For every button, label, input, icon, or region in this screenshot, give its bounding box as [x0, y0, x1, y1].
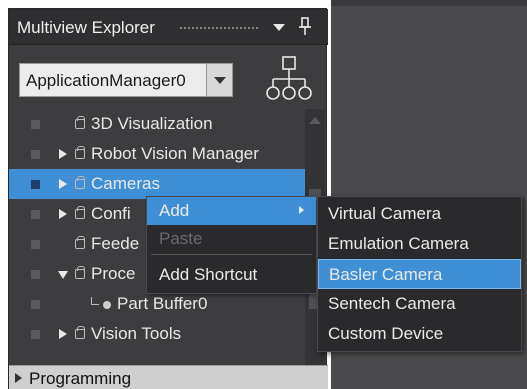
tree-item-cameras[interactable]: Cameras [9, 169, 305, 199]
tree-item-label: Confi [91, 204, 131, 223]
tree-item-label: Feede [91, 234, 140, 253]
workspace-top-strip [331, 0, 527, 6]
folder-node-icon [75, 146, 85, 159]
status-square [31, 240, 40, 249]
status-square [31, 270, 40, 279]
submenu-item-sentech-camera[interactable]: Sentech Camera [318, 289, 521, 319]
context-menu: Add Paste Add Shortcut [146, 196, 317, 294]
section-label: Programming [29, 369, 132, 388]
tree-item-label: Vision Tools [91, 324, 182, 343]
status-square [31, 330, 40, 339]
menu-item-label: Add [159, 201, 190, 220]
menu-item-label: Add Shortcut [159, 265, 258, 284]
submenu-item-label: Custom Device [328, 324, 444, 343]
dropdown-value: ApplicationManager0 [26, 71, 186, 90]
submenu-item-label: Basler Camera [329, 265, 443, 284]
tree-item-label: Part Buffer0 [117, 294, 208, 313]
folder-node-icon [75, 206, 85, 219]
folder-node-icon [75, 176, 85, 189]
submenu-item-label: Virtual Camera [328, 204, 442, 223]
tree-item-3d-visualization[interactable]: 3D Visualization [9, 109, 305, 139]
panel-titlebar: Multiview Explorer [9, 9, 328, 45]
submenu-item-label: Sentech Camera [328, 294, 456, 313]
expand-arrow-icon[interactable] [59, 209, 67, 219]
submenu-item-emulation-camera[interactable]: Emulation Camera [318, 229, 521, 259]
collapse-arrow-icon[interactable] [58, 271, 68, 279]
drag-grip[interactable] [179, 26, 259, 30]
submenu-item-label: Emulation Camera [328, 234, 469, 253]
expand-arrow-icon[interactable] [59, 179, 67, 189]
tree-item-label: Proce [91, 264, 136, 283]
panel-title: Multiview Explorer [17, 18, 155, 37]
section-programming[interactable]: Programming [9, 365, 328, 389]
tree-branch-line [91, 297, 99, 305]
status-square [31, 150, 40, 159]
menu-item-add-shortcut[interactable]: Add Shortcut [147, 261, 316, 289]
submenu-item-basler-camera[interactable]: Basler Camera [318, 259, 521, 289]
tree-item-label: 3D Visualization [91, 114, 213, 133]
tree-item-vision-tools[interactable]: Vision Tools [9, 319, 305, 349]
tree-item-label: Cameras [91, 174, 160, 193]
hierarchy-tree-icon[interactable] [265, 55, 313, 105]
folder-node-icon [75, 116, 85, 129]
status-square [31, 210, 40, 219]
status-square [31, 300, 40, 309]
folder-node-icon [75, 326, 85, 339]
scroll-up-icon[interactable] [309, 117, 321, 124]
expand-arrow-icon[interactable] [59, 329, 67, 339]
application-manager-dropdown[interactable]: ApplicationManager0 [19, 63, 233, 97]
tree-item-label: Robot Vision Manager [91, 144, 259, 163]
folder-node-icon [75, 266, 85, 279]
submenu-item-virtual-camera[interactable]: Virtual Camera [318, 199, 521, 229]
submenu-item-custom-device[interactable]: Custom Device [318, 319, 521, 349]
pin-icon[interactable] [297, 17, 313, 37]
tree-item-robot-vision-manager[interactable]: Robot Vision Manager [9, 139, 305, 169]
expand-arrow-icon[interactable] [15, 373, 22, 383]
status-square [31, 180, 40, 189]
folder-node-icon [75, 236, 85, 249]
part-buffer-icon [103, 301, 111, 309]
submenu-arrow-icon [299, 206, 304, 214]
menu-separator [151, 254, 312, 255]
panel-menu-chevron-down-icon[interactable] [273, 24, 285, 31]
menu-item-add[interactable]: Add [147, 197, 316, 225]
status-square [31, 120, 40, 129]
dropdown-chevron-down-icon[interactable] [206, 64, 232, 96]
menu-item-paste[interactable]: Paste [147, 225, 316, 253]
expand-arrow-icon[interactable] [59, 149, 67, 159]
menu-item-label: Paste [159, 229, 203, 248]
add-submenu: Virtual Camera Emulation Camera Basler C… [317, 196, 522, 352]
screen: Multiview Explorer ApplicationManager0 3… [0, 0, 527, 389]
